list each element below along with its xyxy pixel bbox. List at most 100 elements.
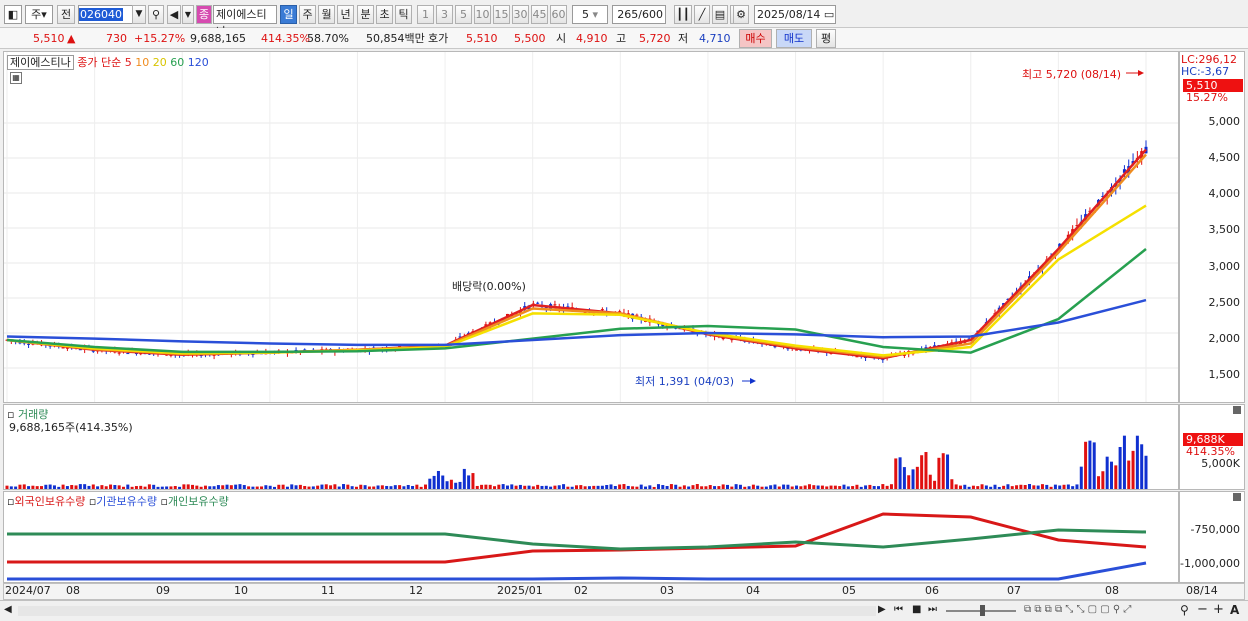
interval-60-button[interactable]: 60 [550,5,567,24]
tab-tick[interactable]: 틱 [395,5,412,24]
code-dropdown-icon[interactable]: ▼ [132,5,146,24]
open-label: 시 [556,32,567,45]
volume-bar [1118,446,1122,489]
period-type-select[interactable]: 주▾ [25,5,53,24]
volume-bar [851,486,855,489]
chart-menu-icon[interactable]: ◧ [4,5,22,24]
volume-bar [600,485,604,489]
volume-bar [467,475,471,489]
tab-second[interactable]: 초 [376,5,393,24]
tab-year[interactable]: 년 [337,5,354,24]
holdings-panel[interactable]: ▫외국인보유수량 ▫기관보유수량 ▫개인보유수량 [3,491,1179,583]
interval-15-button[interactable]: 15 [493,5,510,24]
volume-bar [1010,486,1014,489]
volume-bar [44,484,48,489]
settings-gear-icon[interactable]: ⚙ [733,5,749,24]
scrollbar-track[interactable] [18,606,876,616]
volume-bar [769,485,773,489]
volume-bar [549,486,553,489]
volume-bar [639,484,643,489]
interval-45-button[interactable]: 45 [531,5,548,24]
speaker-dropdown-icon[interactable]: ▼ [182,5,194,24]
date-picker[interactable]: 2025/08/14 ▭ [754,5,836,24]
volume-panel-close-icon[interactable] [1233,406,1241,414]
volume-bar [96,486,100,489]
holdings-panel-close-icon[interactable] [1233,493,1241,501]
draw-tool-icon[interactable]: ╱ [694,5,710,24]
indicator-icon[interactable]: ▤ [712,5,728,24]
volume-bar [22,484,26,489]
volume-bar [958,485,962,489]
plus-icon[interactable]: + [1213,602,1224,617]
zoom-out-search-icon[interactable]: ⚲ [1180,603,1189,617]
legend-foreign: 외국인보유수량 [14,495,86,508]
tab-minute[interactable]: 분 [357,5,374,24]
ytick-1500: 1,500 [1208,368,1241,381]
rewind-icon[interactable]: ⏮ [894,604,903,615]
volume-bar [74,485,78,489]
volume-bar [126,484,130,489]
sell-button[interactable]: 매도 [776,29,812,48]
period-type-value: 주 [31,8,42,21]
search-icon[interactable]: ⚲ [148,5,164,24]
volume-ytick: 5,000K [1201,457,1240,470]
xlabel-03: 03 [660,584,674,597]
tab-week[interactable]: 주 [299,5,316,24]
volume-bar [579,485,583,489]
stop-icon[interactable]: ■ [912,604,921,615]
interval-10-button[interactable]: 10 [474,5,491,24]
interval-3-button[interactable]: 3 [436,5,453,24]
volume-bar [48,484,52,489]
volume-bar [1097,476,1101,489]
volume-bar [717,486,721,489]
volume-bar [536,484,540,489]
volume-bar [475,485,479,489]
scroll-left-icon[interactable]: ◀ [4,604,12,615]
volume-bar [462,468,466,489]
holdings-legend: ▫외국인보유수량 ▫기관보유수량 ▫개인보유수량 [7,493,229,509]
volume-bar [143,486,147,489]
data-table-icon[interactable]: ▦ [10,72,22,84]
volume-bar [152,484,156,489]
interval-input[interactable]: 5 ▾ [572,5,608,24]
volume-bar [406,484,410,489]
volume-bar [402,486,406,489]
zoom-slider-handle[interactable] [980,605,985,616]
interval-30-button[interactable]: 30 [512,5,529,24]
tab-month[interactable]: 월 [318,5,335,24]
indiv-checkbox-icon[interactable]: ▫ [161,495,168,508]
volume-chart-svg [5,435,1148,489]
volume-panel[interactable]: ▫ 거래량 9,688,165주(414.35%) [3,404,1179,490]
current-price: 5,510 [33,32,65,45]
interval-1-button[interactable]: 1 [417,5,434,24]
volume-bar [242,485,246,489]
high-label: 고 [616,32,627,45]
buy-button[interactable]: 매수 [739,29,772,48]
volume-bar [544,485,548,489]
tab-day[interactable]: 일 [280,5,297,24]
stock-code-value: 026040 [79,8,123,21]
forward-icon[interactable]: ⏭ [928,604,937,615]
high-annotation: 최고 5,720 (08/14) [1022,68,1122,81]
volume-bar [1109,461,1113,489]
speaker-icon[interactable]: ◀ [167,5,181,24]
prev-button[interactable]: 전 [57,5,75,24]
count-field[interactable]: 265/600 [612,5,666,24]
price-chart-panel[interactable]: 제이에스티나 종가 단순 5 10 20 60 120 ▦ 최고 5,720 (… [3,51,1179,403]
eval-button[interactable]: 평 [816,29,836,48]
volume-bar [1066,484,1070,489]
minus-icon[interactable]: − [1197,602,1208,617]
candle-type-icon[interactable]: ┃┃ [674,5,692,24]
volume-bar [721,484,725,489]
volume-bar [920,455,924,489]
volume-bar [389,486,393,489]
layout-icons[interactable]: ⧉ ⧉ ⧉ ⧉ ⤡ ⤡ ▢ ▢ ⚲ ⤢ [1024,604,1131,615]
volume-bar [121,486,125,489]
stock-code-input[interactable]: 026040 [78,5,138,24]
stock-name-field[interactable]: 제이에스티나 [213,5,277,38]
volume-bar [247,486,251,489]
scroll-right-icon[interactable]: ▶ [878,604,886,615]
volume-bar [225,484,229,489]
interval-5-button[interactable]: 5 [455,5,472,24]
font-size-icon[interactable]: A [1230,603,1239,617]
